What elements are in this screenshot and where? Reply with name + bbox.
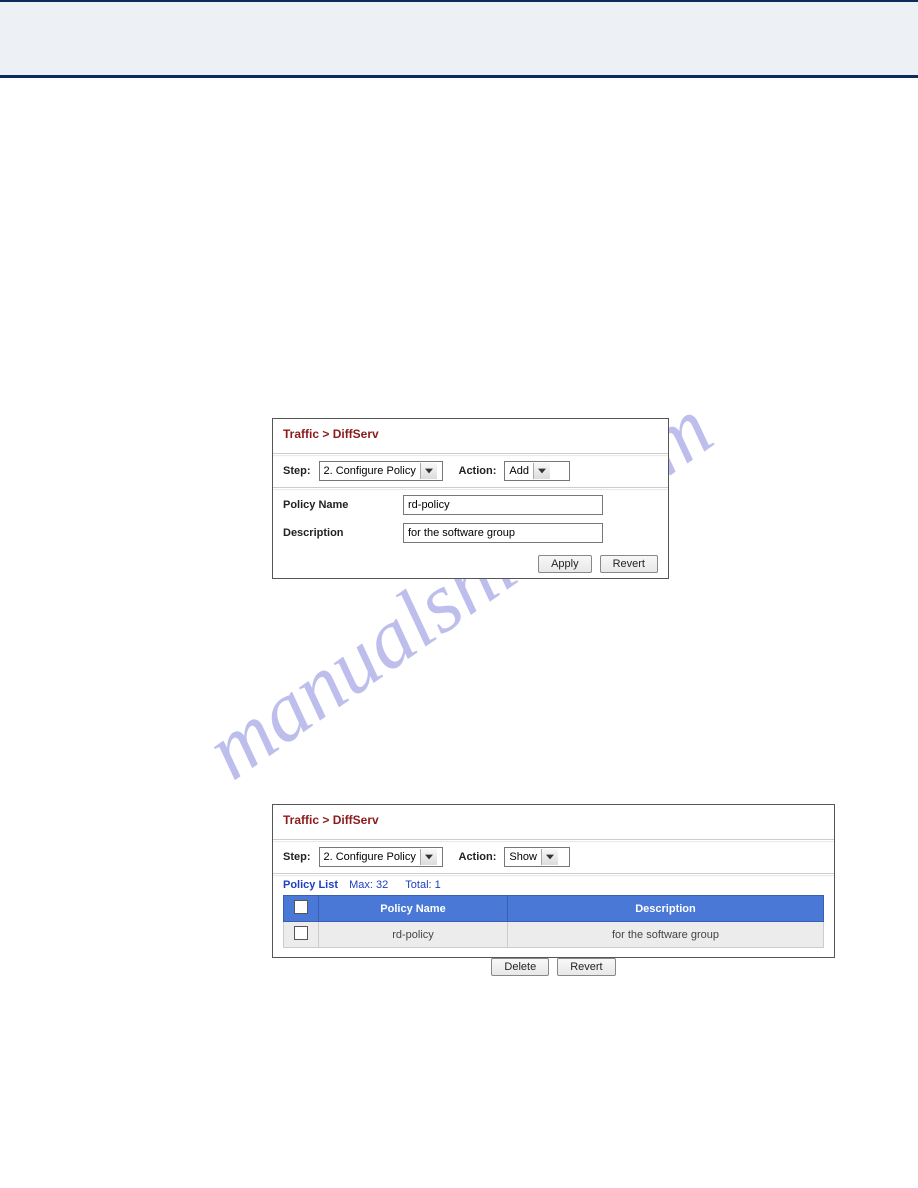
- action-select[interactable]: Show: [504, 847, 570, 867]
- table-header-row: Policy Name Description: [284, 896, 824, 922]
- chevron-down-icon: [420, 849, 437, 865]
- step-select[interactable]: 2. Configure Policy: [319, 847, 443, 867]
- action-select-value: Show: [509, 851, 541, 863]
- policy-list-header: Policy List Max: 32 Total: 1: [273, 875, 834, 895]
- row-description: for the software group: [508, 922, 824, 948]
- col-description: Description: [508, 896, 824, 922]
- button-row: Delete Revert: [273, 948, 834, 986]
- diffserv-show-panel: Traffic > DiffServ Step: 2. Configure Po…: [272, 804, 835, 958]
- policy-name-value: rd-policy: [408, 499, 450, 511]
- apply-button[interactable]: Apply: [538, 555, 592, 573]
- table-row: rd-policy for the software group: [284, 922, 824, 948]
- step-select-value: 2. Configure Policy: [324, 465, 420, 477]
- select-all-checkbox[interactable]: [294, 900, 308, 914]
- policy-table: Policy Name Description rd-policy for th…: [283, 895, 824, 948]
- description-input[interactable]: for the software group: [403, 523, 603, 543]
- select-all-header: [284, 896, 319, 922]
- delete-button[interactable]: Delete: [491, 958, 549, 976]
- policy-list-total: Total: 1: [405, 879, 440, 891]
- step-label: Step:: [283, 465, 311, 477]
- row-policy-name: rd-policy: [319, 922, 508, 948]
- chevron-down-icon: [420, 463, 437, 479]
- revert-button[interactable]: Revert: [557, 958, 615, 976]
- top-header-bar: [0, 0, 918, 78]
- revert-button[interactable]: Revert: [600, 555, 658, 573]
- policy-list-max: Max: 32: [349, 879, 388, 891]
- action-label: Action:: [459, 851, 497, 863]
- policy-name-label: Policy Name: [283, 499, 403, 511]
- policy-form: Policy Name rd-policy Description for th…: [273, 489, 668, 549]
- breadcrumb: Traffic > DiffServ: [273, 805, 834, 839]
- description-value: for the software group: [408, 527, 515, 539]
- step-action-row: Step: 2. Configure Policy Action: Add: [273, 455, 668, 487]
- diffserv-add-panel: Traffic > DiffServ Step: 2. Configure Po…: [272, 418, 669, 579]
- chevron-down-icon: [541, 849, 558, 865]
- action-select[interactable]: Add: [504, 461, 570, 481]
- breadcrumb: Traffic > DiffServ: [273, 419, 668, 453]
- step-label: Step:: [283, 851, 311, 863]
- row-checkbox-cell: [284, 922, 319, 948]
- policy-list-title: Policy List: [283, 879, 338, 891]
- action-select-value: Add: [509, 465, 533, 477]
- step-select[interactable]: 2. Configure Policy: [319, 461, 443, 481]
- action-label: Action:: [459, 465, 497, 477]
- step-select-value: 2. Configure Policy: [324, 851, 420, 863]
- button-row: Apply Revert: [273, 549, 668, 583]
- col-policy-name: Policy Name: [319, 896, 508, 922]
- chevron-down-icon: [533, 463, 550, 479]
- row-checkbox[interactable]: [294, 926, 308, 940]
- step-action-row: Step: 2. Configure Policy Action: Show: [273, 841, 834, 873]
- description-label: Description: [283, 527, 403, 539]
- policy-name-input[interactable]: rd-policy: [403, 495, 603, 515]
